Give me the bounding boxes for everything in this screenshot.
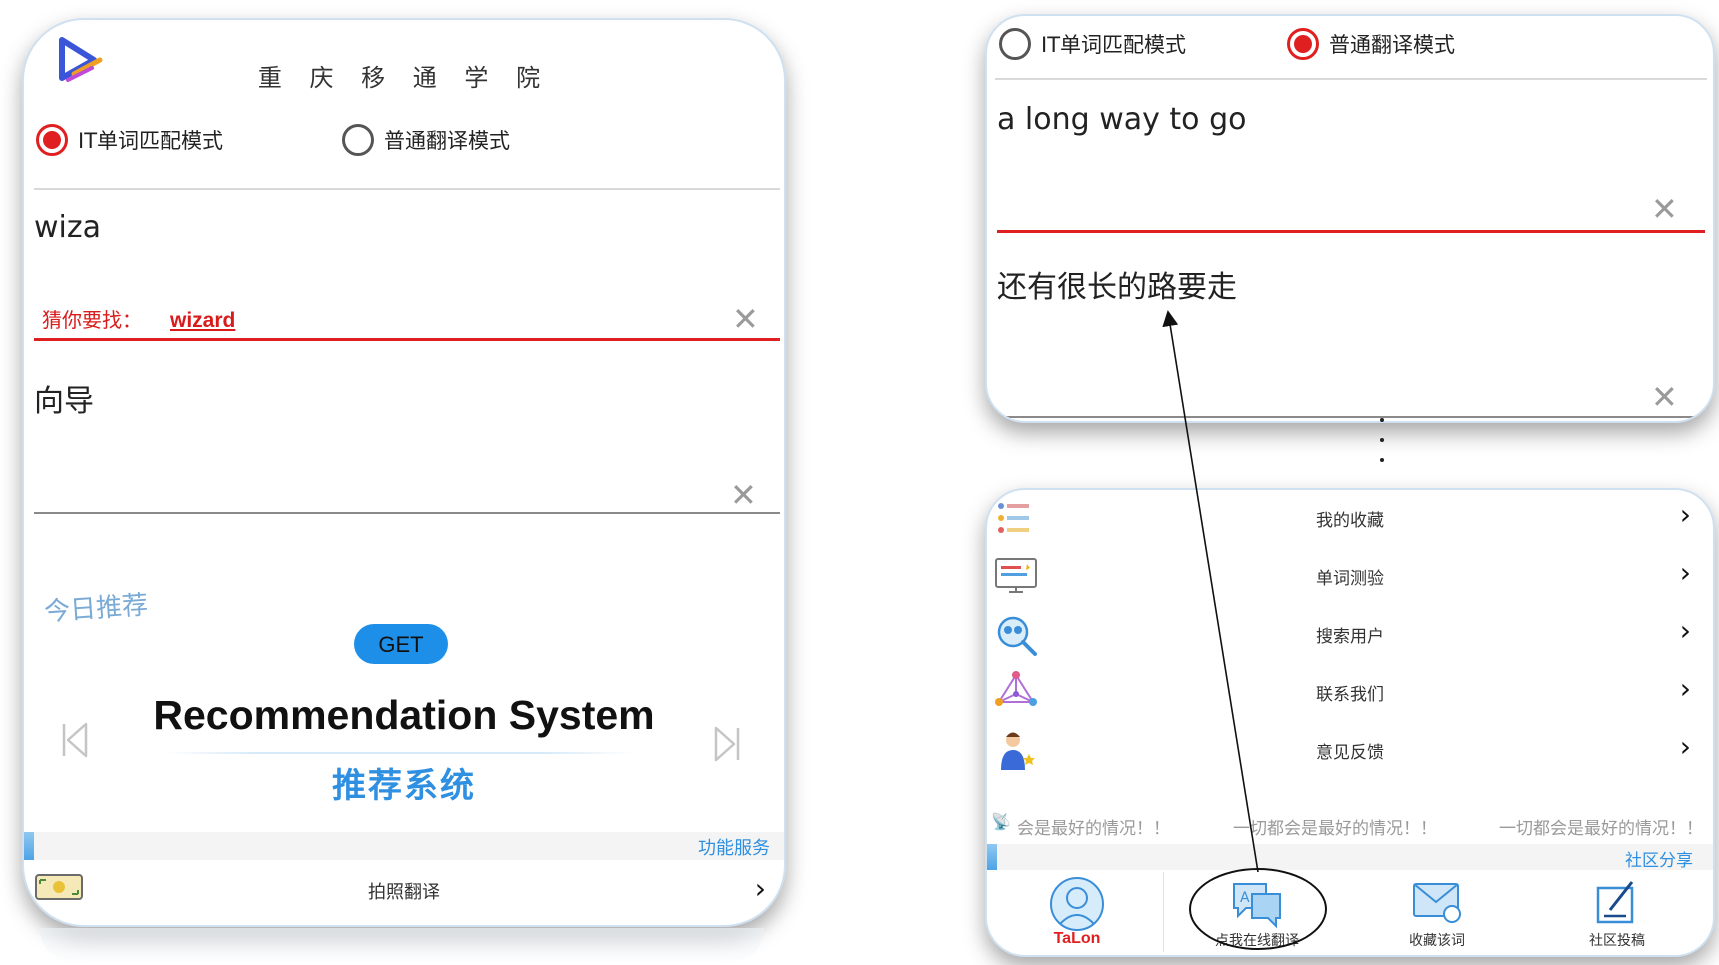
annotation-arrow: [1162, 310, 1259, 873]
annotation-ellipse: [1189, 868, 1327, 950]
annotation-overlay: [1162, 310, 1259, 873]
